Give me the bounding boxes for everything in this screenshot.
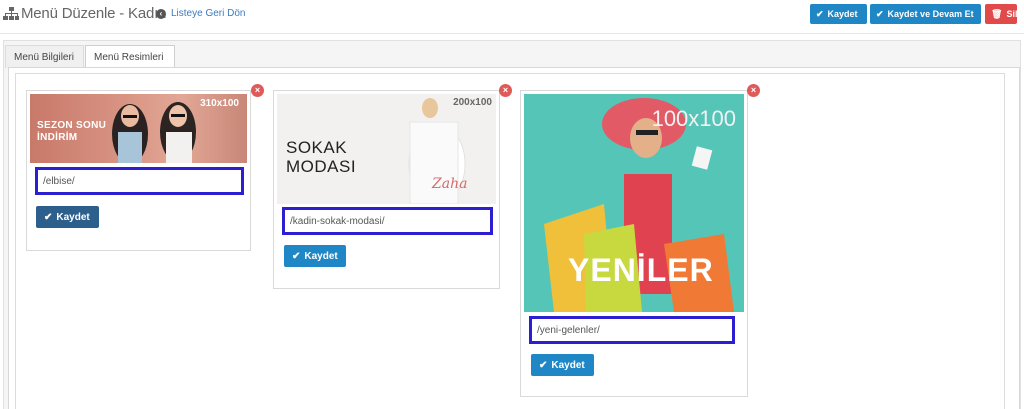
banner-size-label: 310x100: [200, 98, 239, 109]
card-save-label: Kaydet: [551, 359, 585, 371]
delete-button[interactable]: 🗑 Sil: [985, 4, 1017, 24]
banner-image: 310x100 SEZON SONU İNDİRİM: [30, 94, 247, 163]
check-icon: ✔: [44, 211, 53, 223]
trash-icon: 🗑: [991, 8, 1003, 19]
arrow-left-circle-icon: ‹: [156, 8, 166, 19]
top-bar: Menü Düzenle - Kadın ‹ Listeye Geri Dön …: [0, 0, 1024, 34]
tab-menu-images-label: Menü Resimleri: [94, 51, 164, 63]
banner-text: SEZON SONU İNDİRİM: [37, 120, 107, 143]
page-title: Menü Düzenle - Kadın: [21, 5, 167, 22]
check-icon: ✔: [292, 250, 301, 262]
banner-size-label: 100x100: [651, 106, 736, 131]
card-save-button[interactable]: ✔ Kaydet: [36, 206, 99, 228]
url-input[interactable]: [35, 167, 244, 195]
check-icon: ✔: [816, 8, 824, 19]
check-icon: ✔: [539, 359, 548, 371]
banner-image: Zaha 200x100 SOKAK MODASI: [277, 94, 496, 204]
banner-text: YENİLER: [568, 252, 714, 288]
save-button[interactable]: ✔ Kaydet: [810, 4, 867, 24]
back-to-list-link[interactable]: ‹ Listeye Geri Dön: [156, 8, 245, 19]
banner-size-label: 200x100: [453, 97, 492, 108]
card-save-button[interactable]: ✔ Kaydet: [531, 354, 594, 376]
svg-text:Zaha: Zaha: [431, 176, 467, 192]
header-divider: [0, 33, 1024, 34]
tab-menu-info[interactable]: Menü Bilgileri: [5, 45, 84, 68]
remove-image-icon[interactable]: ×: [747, 84, 760, 97]
tab-menu-images[interactable]: Menü Resimleri: [85, 45, 175, 69]
url-input[interactable]: [282, 207, 493, 235]
url-input[interactable]: [529, 316, 735, 344]
banner-image: 100x100 YENİLER: [524, 94, 744, 312]
delete-button-label: Sil: [1006, 9, 1018, 19]
save-and-continue-label: Kaydet ve Devam Et: [887, 9, 974, 19]
save-button-label: Kaydet: [827, 9, 858, 19]
back-to-list-label: Listeye Geri Dön: [171, 8, 246, 19]
banner-text: SOKAK MODASI: [286, 138, 357, 176]
remove-image-icon[interactable]: ×: [499, 84, 512, 97]
remove-image-icon[interactable]: ×: [251, 84, 264, 97]
card-save-label: Kaydet: [56, 211, 90, 223]
title-area: Menü Düzenle - Kadın: [3, 5, 166, 22]
card-save-button[interactable]: ✔ Kaydet: [284, 245, 346, 267]
save-and-continue-button[interactable]: ✔ Kaydet ve Devam Et: [870, 4, 981, 24]
check-circle-icon: ✔: [876, 8, 884, 19]
card-save-label: Kaydet: [304, 250, 338, 262]
sitemap-icon: [3, 6, 19, 20]
tab-menu-info-label: Menü Bilgileri: [14, 51, 75, 63]
